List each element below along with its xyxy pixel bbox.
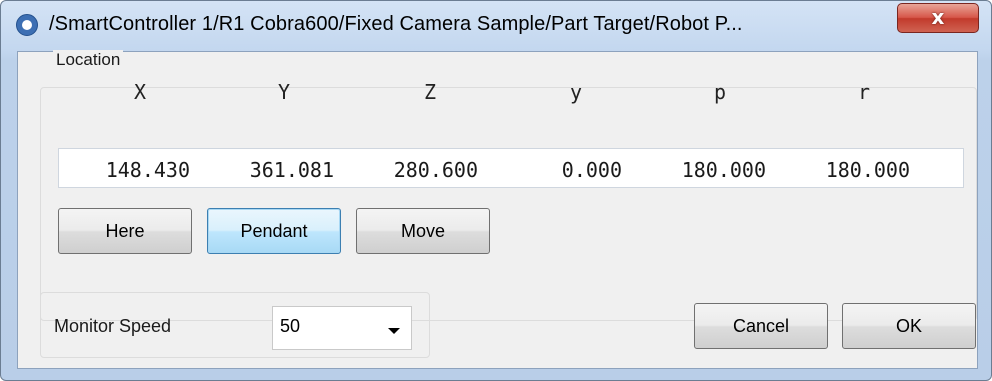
app-logo-icon	[16, 14, 38, 36]
value-z[interactable]: 280.600	[358, 158, 478, 182]
title-bar[interactable]: /SmartController 1/R1 Cobra600/Fixed Cam…	[1, 1, 991, 51]
value-x[interactable]: 148.430	[70, 158, 190, 182]
move-button[interactable]: Move	[356, 208, 490, 254]
column-header-yaw: y	[569, 80, 583, 104]
column-header-x: X	[133, 80, 147, 104]
dialog-body: Location X Y Z y p r 148.430 361.081 280…	[17, 50, 978, 369]
window-title: /SmartController 1/R1 Cobra600/Fixed Cam…	[49, 13, 743, 35]
chevron-down-icon[interactable]	[388, 328, 400, 334]
column-header-y: Y	[277, 80, 291, 104]
here-button[interactable]: Here	[58, 208, 192, 254]
close-button[interactable]: x	[897, 3, 979, 33]
column-header-pitch: p	[713, 80, 727, 104]
value-y[interactable]: 361.081	[214, 158, 334, 182]
monitor-speed-value[interactable]: 50	[280, 316, 300, 337]
column-header-z: Z	[423, 80, 437, 104]
close-icon: x	[931, 5, 945, 29]
value-yaw[interactable]: 0.000	[502, 158, 622, 182]
column-header-roll: r	[857, 80, 871, 104]
value-pitch[interactable]: 180.000	[646, 158, 766, 182]
location-group-label: Location	[53, 50, 124, 70]
monitor-speed-label: Monitor Speed	[54, 316, 172, 336]
dialog-window: /SmartController 1/R1 Cobra600/Fixed Cam…	[0, 0, 992, 381]
cancel-button[interactable]: Cancel	[694, 303, 828, 349]
location-group-box	[40, 87, 977, 321]
value-roll[interactable]: 180.000	[790, 158, 910, 182]
pendant-button[interactable]: Pendant	[207, 208, 341, 254]
ok-button[interactable]: OK	[842, 303, 976, 349]
